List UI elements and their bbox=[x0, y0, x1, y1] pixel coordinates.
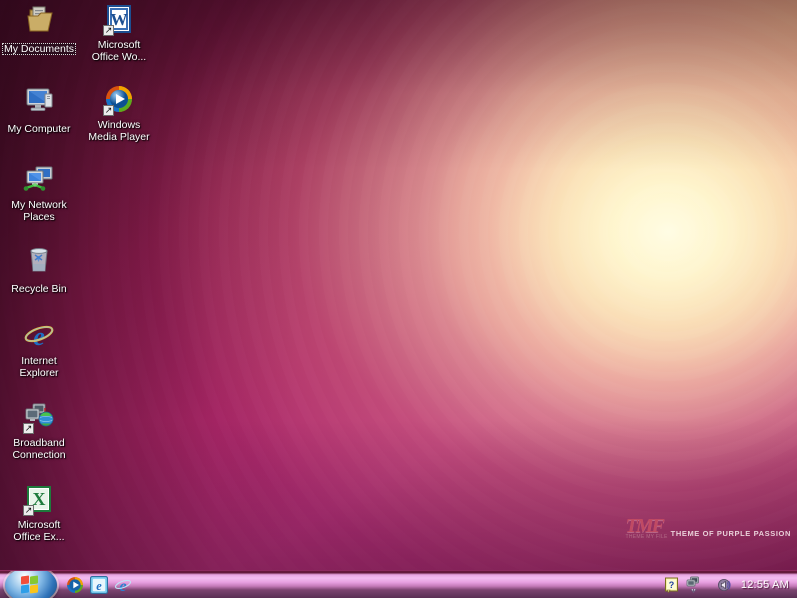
internet-explorer-icon: e bbox=[23, 320, 55, 352]
desktop-icon-my-computer[interactable]: My Computer bbox=[0, 84, 78, 137]
quicklaunch-media-player-icon[interactable] bbox=[66, 576, 84, 594]
desktop-icon-broadband-connection[interactable]: ↗ BroadbandConnection bbox=[0, 402, 78, 463]
shortcut-arrow-icon: ↗ bbox=[23, 505, 34, 516]
desktop-icon-label: My NetworkPlaces bbox=[9, 199, 68, 223]
svg-text:e: e bbox=[119, 576, 126, 594]
desktop-icon-label: MicrosoftOffice Wo... bbox=[90, 39, 148, 63]
desktop-icon-label: My Computer bbox=[5, 123, 72, 135]
word-document-icon: W ↗ bbox=[103, 4, 135, 36]
taskbar[interactable]: e e ? bbox=[0, 570, 797, 598]
desktop-icon-my-documents[interactable]: My Documents bbox=[0, 4, 78, 57]
wallpaper-bottom-vignette bbox=[0, 420, 797, 570]
broadband-globe-icon: ↗ bbox=[23, 402, 55, 434]
help-question-icon[interactable]: ? bbox=[664, 577, 680, 593]
shortcut-arrow-icon: ↗ bbox=[23, 423, 34, 434]
folder-documents-icon bbox=[23, 4, 55, 36]
desktop-icon-label: My Documents bbox=[2, 43, 76, 55]
desktop-icon-internet-explorer[interactable]: e InternetExplorer bbox=[0, 320, 78, 381]
speaker-volume-icon[interactable] bbox=[717, 577, 733, 593]
desktop-icon-microsoft-office-word[interactable]: W ↗ MicrosoftOffice Wo... bbox=[80, 4, 158, 65]
windows-orb-icon bbox=[21, 576, 41, 595]
system-tray[interactable]: ? 12:55 AM bbox=[658, 571, 795, 598]
desktop-icon-microsoft-office-excel[interactable]: X ↗ MicrosoftOffice Ex... bbox=[0, 484, 78, 545]
watermark-logo: TMF bbox=[626, 518, 668, 534]
start-button[interactable] bbox=[5, 570, 57, 598]
desktop-icon-my-network-places[interactable]: My NetworkPlaces bbox=[0, 164, 78, 225]
computer-icon bbox=[23, 84, 55, 116]
desktop[interactable]: My Documents W ↗ MicrosoftOffice Wo... bbox=[0, 0, 797, 570]
media-player-icon: ↗ bbox=[103, 84, 135, 116]
quicklaunch-show-desktop-icon[interactable]: e bbox=[90, 576, 108, 594]
desktop-icon-label: WindowsMedia Player bbox=[86, 119, 151, 143]
excel-spreadsheet-icon: X ↗ bbox=[23, 484, 55, 516]
shortcut-arrow-icon: ↗ bbox=[103, 25, 114, 36]
shortcut-arrow-icon: ↗ bbox=[103, 105, 114, 116]
svg-text:e: e bbox=[96, 579, 102, 593]
quicklaunch-internet-explorer-icon[interactable]: e bbox=[114, 576, 132, 594]
wallpaper-watermark: TMF THEME MY FILE THEME OF PURPLE PASSIO… bbox=[626, 518, 792, 540]
desktop-icon-label: InternetExplorer bbox=[17, 355, 60, 379]
desktop-icon-recycle-bin[interactable]: Recycle Bin bbox=[0, 244, 78, 297]
desktop-icon-label: BroadbandConnection bbox=[10, 437, 67, 461]
svg-text:?: ? bbox=[669, 580, 675, 590]
svg-text:X: X bbox=[33, 489, 46, 509]
network-connection-icon[interactable] bbox=[686, 576, 701, 594]
desktop-icon-label: Recycle Bin bbox=[9, 283, 68, 295]
recycle-bin-icon bbox=[23, 244, 55, 276]
network-places-icon bbox=[23, 164, 55, 196]
watermark-tagline: THEME OF PURPLE PASSION bbox=[671, 529, 791, 540]
watermark-subtext: THEME MY FILE bbox=[626, 534, 668, 540]
desktop-icon-windows-media-player[interactable]: ↗ WindowsMedia Player bbox=[80, 84, 158, 145]
quick-launch-bar[interactable]: e e bbox=[66, 575, 132, 595]
desktop-icon-label: MicrosoftOffice Ex... bbox=[11, 519, 66, 543]
taskbar-clock[interactable]: 12:55 AM bbox=[739, 579, 789, 591]
